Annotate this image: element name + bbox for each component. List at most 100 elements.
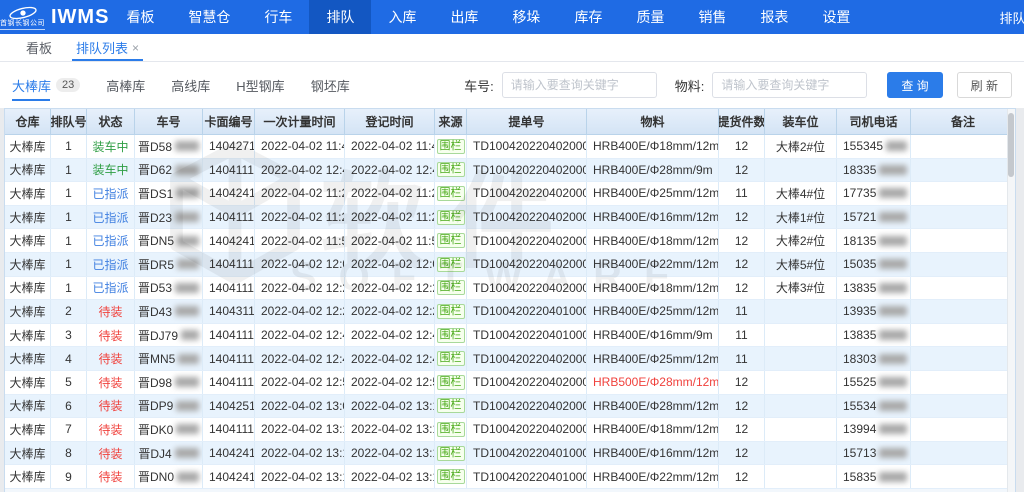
user-menu[interactable]: 排队列表 | 甲班 | 管理员 ▾ — [999, 8, 1024, 27]
cell-register_time: 2022-04-02 11:43 — [345, 135, 435, 158]
cell-pick_count: 11 — [719, 300, 765, 323]
warehouse-tab-大棒库[interactable]: 大棒库23 — [12, 72, 80, 99]
nav-item-看板[interactable]: 看板 — [109, 0, 171, 34]
nav-item-智慧仓[interactable]: 智慧仓 — [171, 0, 247, 34]
cell-pick_count: 12 — [719, 442, 765, 465]
query-button[interactable]: 查 询 — [887, 72, 942, 98]
table-row[interactable]: 大棒库1已指派晋D53140411192022-04-02 12:212022-… — [5, 277, 1015, 301]
material-text: HRB400E/Φ16mm/12m — [593, 446, 719, 460]
table-row[interactable]: 大棒库9待装晋DN0140424192022-04-02 13:182022-0… — [5, 465, 1015, 489]
cell-bill_no: TD10042022040200005320 — [467, 395, 587, 418]
warehouse-tab-高棒库[interactable]: 高棒库 — [106, 72, 145, 99]
cell-status: 待装 — [87, 465, 135, 488]
warehouse-tab-钢坯库[interactable]: 钢坯库 — [311, 72, 350, 99]
cell-queue_no: 8 — [51, 442, 87, 465]
table-row[interactable]: 大棒库8待装晋DJ4140424192022-04-02 13:152022-0… — [5, 442, 1015, 466]
cell-queue_no: 3 — [51, 324, 87, 347]
redacted-phone-blur — [879, 330, 907, 340]
cell-driver_phone: 155345 — [837, 135, 911, 158]
source-badge: 围栏 — [437, 186, 465, 201]
cell-plate: 晋DP9 — [135, 395, 203, 418]
nav-item-质量[interactable]: 质量 — [619, 0, 681, 34]
table-row[interactable]: 大棒库3待装晋DJ79140411192022-04-02 12:412022-… — [5, 324, 1015, 348]
source-badge: 围栏 — [437, 304, 465, 319]
cell-source: 围栏 — [435, 182, 467, 205]
nav-item-销售[interactable]: 销售 — [681, 0, 743, 34]
table-row[interactable]: 大棒库1已指派晋DN5140424192022-04-02 11:532022-… — [5, 229, 1015, 253]
table-row[interactable]: 大棒库6待装晋DP9140425192022-04-02 13:092022-0… — [5, 395, 1015, 419]
cell-warehouse: 大棒库 — [5, 465, 51, 488]
redacted-phone-blur — [879, 472, 907, 482]
nav-item-行车[interactable]: 行车 — [247, 0, 309, 34]
status-badge: 待装 — [98, 421, 122, 438]
cell-remark — [911, 229, 1015, 252]
status-badge: 待装 — [98, 397, 122, 414]
cell-material: HRB400E/Φ25mm/12m — [587, 182, 719, 205]
nav-item-出库[interactable]: 出库 — [433, 0, 495, 34]
cell-queue_no: 1 — [51, 277, 87, 300]
redacted-plate-blur — [177, 259, 199, 269]
nav-item-报表[interactable]: 报表 — [743, 0, 805, 34]
nav-item-排队[interactable]: 排队 — [309, 0, 371, 34]
warehouse-tab-H型钢库[interactable]: H型钢库 — [236, 72, 284, 99]
scrollbar-thumb[interactable] — [1008, 113, 1014, 177]
tab-排队列表[interactable]: 排队列表× — [64, 34, 151, 61]
cell-pick_count: 11 — [719, 347, 765, 370]
cell-driver_phone: 13994 — [837, 418, 911, 441]
table-row[interactable]: 大棒库1已指派晋D23140411192022-04-02 11:282022-… — [5, 206, 1015, 230]
cell-queue_no: 1 — [51, 253, 87, 276]
table-row[interactable]: 大棒库7待装晋DK0140411192022-04-02 13:112022-0… — [5, 418, 1015, 442]
table-row[interactable]: 大棒库4待装晋MN5140411192022-04-02 12:492022-0… — [5, 347, 1015, 371]
material-filter-input[interactable] — [712, 72, 867, 98]
cell-driver_phone: 15525 — [837, 371, 911, 394]
cell-pick_count: 12 — [719, 229, 765, 252]
cell-material: HRB400E/Φ25mm/12m — [587, 300, 719, 323]
table-row[interactable]: 大棒库1已指派晋DS1140424192022-04-02 11:262022-… — [5, 182, 1015, 206]
material-text: HRB400E/Φ22mm/12m — [593, 470, 719, 484]
nav-menu: 看板智慧仓行车排队入库出库移垛库存质量销售报表设置 — [109, 0, 867, 34]
cell-card_no: 14041119 — [203, 277, 255, 300]
tab-看板[interactable]: 看板 — [14, 34, 64, 61]
cell-card_no: 14041119 — [203, 324, 255, 347]
vehicle-filter-input[interactable] — [502, 72, 657, 98]
nav-item-移垛[interactable]: 移垛 — [495, 0, 557, 34]
cell-bill_no: TD10042022040200005319 — [467, 418, 587, 441]
nav-item-设置[interactable]: 设置 — [805, 0, 867, 34]
cell-source: 围栏 — [435, 206, 467, 229]
cell-card_no: 14042719 — [203, 135, 255, 158]
cell-warehouse: 大棒库 — [5, 418, 51, 441]
source-badge: 围栏 — [437, 328, 465, 343]
vertical-scrollbar[interactable] — [1007, 109, 1015, 492]
filter-area: 车号: 物料: 查 询 刷 新 — [454, 72, 1012, 98]
table-header-row: 仓库排队号状态车号卡面编号一次计量时间登记时间来源提单号物料提货件数装车位司机电… — [5, 109, 1015, 135]
column-header-load_position: 装车位 — [765, 109, 837, 134]
column-header-material: 物料 — [587, 109, 719, 134]
cell-plate: 晋D98 — [135, 371, 203, 394]
material-filter-label: 物料: — [675, 76, 705, 95]
table-row[interactable]: 大棒库1已指派晋DR5140411192022-04-02 12:022022-… — [5, 253, 1015, 277]
table-row[interactable]: 大棒库1装车中晋D58140427192022-04-02 11:432022-… — [5, 135, 1015, 159]
close-icon[interactable]: × — [132, 41, 139, 55]
cell-remark — [911, 465, 1015, 488]
warehouse-tab-高线库[interactable]: 高线库 — [171, 72, 210, 99]
nav-item-入库[interactable]: 入库 — [371, 0, 433, 34]
cell-card_no: 14042419 — [203, 465, 255, 488]
cell-warehouse: 大棒库 — [5, 324, 51, 347]
source-badge: 围栏 — [437, 162, 465, 177]
refresh-button[interactable]: 刷 新 — [957, 72, 1012, 98]
redacted-phone-blur — [879, 283, 907, 293]
cell-weigh_time: 2022-04-02 12:49 — [255, 347, 345, 370]
table-row[interactable]: 大棒库5待装晋D98140411192022-04-02 12:502022-0… — [5, 371, 1015, 395]
redacted-plate-blur — [177, 236, 199, 246]
nav-item-库存[interactable]: 库存 — [557, 0, 619, 34]
cell-weigh_time: 2022-04-02 12:24 — [255, 300, 345, 323]
source-badge: 围栏 — [437, 446, 465, 461]
cell-driver_phone: 13835 — [837, 277, 911, 300]
company-name: 首钢长钢公司 — [0, 20, 45, 30]
cell-card_no: 14041119 — [203, 159, 255, 182]
redacted-phone-blur — [879, 212, 907, 222]
table-row[interactable]: 大棒库1装车中晋D62140411192022-04-02 12:462022-… — [5, 159, 1015, 183]
table-row[interactable]: 大棒库2待装晋D43140431192022-04-02 12:242022-0… — [5, 300, 1015, 324]
cell-weigh_time: 2022-04-02 12:46 — [255, 159, 345, 182]
material-text: HRB400E/Φ22mm/12m — [593, 257, 719, 271]
